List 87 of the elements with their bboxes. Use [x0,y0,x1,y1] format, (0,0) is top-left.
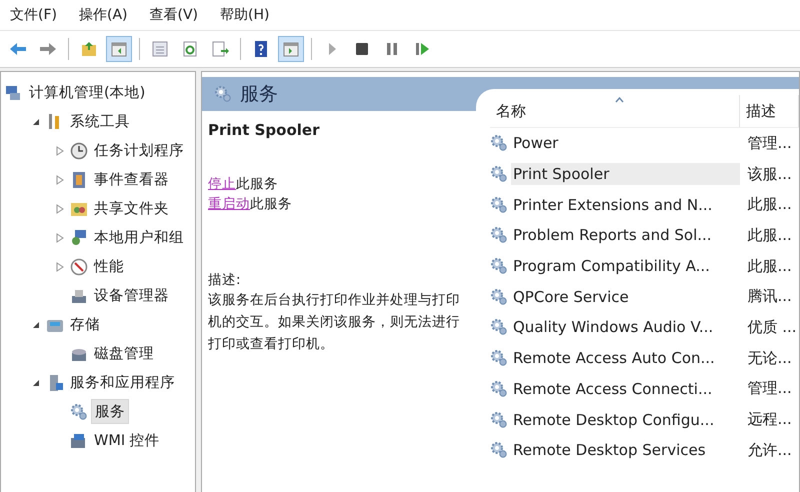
tree-item[interactable]: 存储 [67,313,103,336]
header-title: 服务 [240,82,278,107]
collapsed-arrow-icon[interactable] [56,174,64,184]
service-gear-icon [490,134,508,152]
tree-item[interactable]: 性能 [91,255,127,278]
tree-item[interactable]: WMI 控件 [91,429,163,452]
menu-item[interactable]: 文件(F) [10,6,57,24]
resume-icon [413,40,431,58]
column-header[interactable]: 描述 [740,95,798,128]
tree-item[interactable]: 共享文件夹 [91,197,172,220]
service-gear-icon [490,349,508,368]
collapsed-arrow-icon[interactable] [56,262,64,272]
description-label: 描述: [208,271,242,289]
device-icon [70,432,88,450]
service-gear-icon [490,226,508,244]
action-link[interactable]: 重启动 [208,196,250,212]
tree-item[interactable]: 任务计划程序 [91,139,187,162]
service-gear-icon [490,165,508,184]
table-cell-text: 无论... [746,348,793,369]
table-cell-text: 优质 ... [746,316,798,338]
service-name[interactable]: Program Compatibility A... [511,255,740,278]
description-text: 该服务在后台执行打印作业并处理与打印机的交互。如果关闭该服务，则无法进行打印或查看打印机。 [208,291,461,354]
collapsed-arrow-icon[interactable] [56,204,64,214]
expanded-arrow-icon[interactable] [32,320,40,328]
sort-caret-icon [614,97,624,103]
computer-icon [5,84,23,102]
service-gear-icon [490,380,508,398]
tree-item[interactable]: 设备管理器 [91,284,172,307]
action-line: 重启动此服务 [208,195,293,213]
table-cell-text: 此服... [746,194,793,216]
service-gear-icon [490,288,508,306]
back-icon [9,40,27,58]
export-icon [211,40,229,58]
help-icon [252,40,270,58]
service-gear-icon [490,196,508,214]
tree-item[interactable]: 系统工具 [67,110,133,133]
console-tree-icon [110,40,128,58]
table-cell-text: 此服... [746,224,793,246]
service-gear-icon [490,410,508,429]
service-name[interactable]: Remote Desktop Services [511,439,740,462]
service-name[interactable]: Problem Reports and Sol... [511,224,740,246]
service-name[interactable]: Remote Access Connecti... [511,378,740,400]
stop-icon [353,40,371,58]
service-name[interactable]: Power [511,132,740,154]
tree-item[interactable]: 计算机管理(本地) [26,81,148,104]
tree-item[interactable]: 服务 [91,399,129,424]
menu-item[interactable]: 查看(V) [150,6,198,24]
table-cell-text: 管理... [746,378,793,400]
refresh-icon [181,40,199,58]
service-gear-icon [490,441,508,460]
tree-item[interactable]: 事件查看器 [91,168,172,191]
table-cell: 管理... [740,128,798,159]
action-line: 停止此服务 [208,175,279,193]
service-name[interactable]: Quality Windows Audio V... [511,316,740,338]
service-name[interactable]: Printer Extensions and N... [511,194,740,216]
table-cell-text: 腾讯... [746,286,793,308]
column-header[interactable]: 名称 [490,95,740,128]
gear-icon [70,402,88,420]
collapsed-arrow-icon[interactable] [56,232,64,242]
service-name[interactable]: Print Spooler [511,163,740,186]
up-folder-icon [80,40,98,58]
service-name[interactable]: QPCore Service [511,286,740,308]
menu-item[interactable]: 帮助(H) [220,6,270,24]
tree-item[interactable]: 服务和应用程序 [67,371,178,394]
tree-item[interactable]: 本地用户和组 [91,226,187,249]
service-name[interactable]: Remote Desktop Configu... [511,408,740,431]
service-gear-icon [490,318,508,336]
action-pane-icon [282,40,300,58]
clock-icon [70,142,88,160]
properties-icon [151,40,169,58]
table-cell-text: 远程... [746,409,793,430]
expanded-arrow-icon[interactable] [32,118,40,126]
menu-item[interactable]: 操作(A) [78,6,128,24]
table-cell: 该服... [740,158,798,190]
gear-icon [214,85,232,103]
collapsed-arrow-icon[interactable] [56,146,64,156]
table-cell-text: 允许... [746,440,793,461]
forward-icon [39,40,57,58]
users-icon [70,228,88,246]
action-link[interactable]: 停止 [208,176,236,192]
table-cell-text: 此服... [746,256,793,277]
book-icon [70,170,88,188]
service-gear-icon [490,257,508,276]
service-name[interactable]: Remote Access Auto Con... [511,347,740,370]
expanded-arrow-icon[interactable] [32,378,40,386]
service-title: Print Spooler [208,121,320,139]
tree-item[interactable]: 磁盘管理 [91,342,157,365]
